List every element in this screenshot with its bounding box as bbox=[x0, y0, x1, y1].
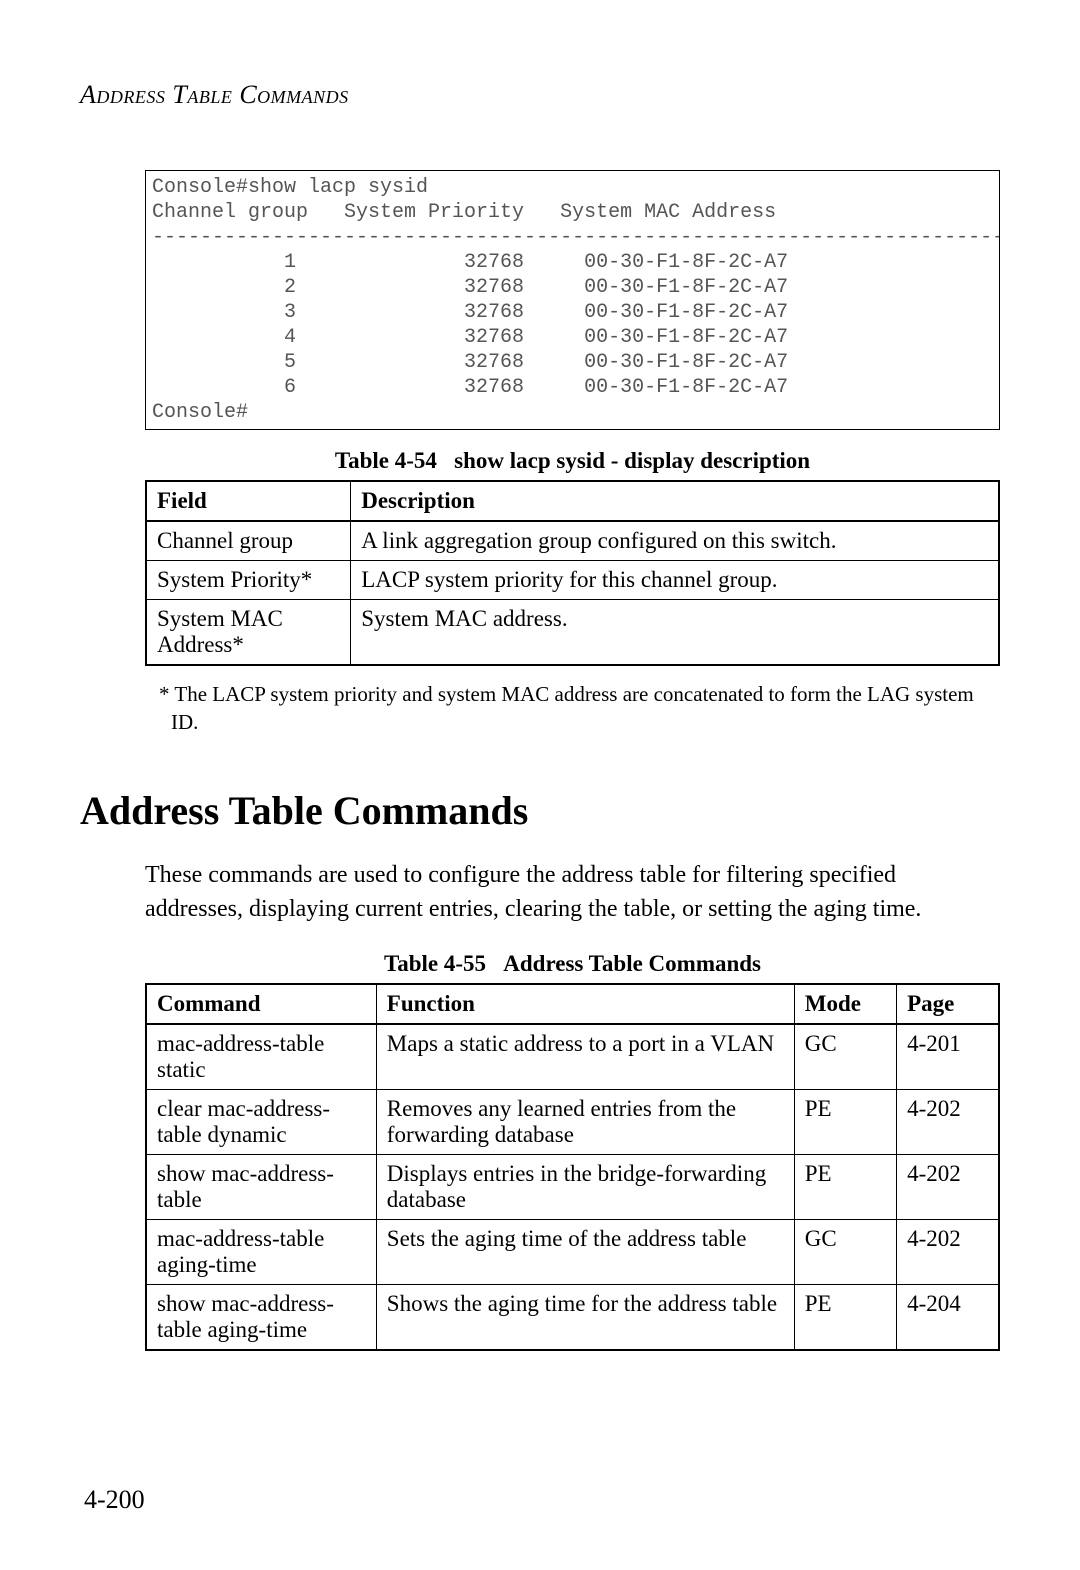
table-54-footnote: * The LACP system priority and system MA… bbox=[159, 680, 1000, 737]
cell-desc: A link aggregation group configured on t… bbox=[351, 521, 999, 561]
col-command: Command bbox=[146, 984, 376, 1024]
table-55-caption: Table 4-55 Address Table Commands bbox=[145, 951, 1000, 977]
table-row: Field Description bbox=[146, 481, 999, 521]
cell-desc: System MAC address. bbox=[351, 600, 999, 666]
cell-function: Sets the aging time of the address table bbox=[376, 1220, 794, 1285]
page: Address Table Commands Console#show lacp… bbox=[0, 0, 1080, 1570]
table-54-caption: Table 4-54 show lacp sysid - display des… bbox=[145, 448, 1000, 474]
table-row: mac-address-table aging-time Sets the ag… bbox=[146, 1220, 999, 1285]
cell-mode: PE bbox=[794, 1090, 896, 1155]
col-function: Function bbox=[376, 984, 794, 1024]
cell-command: clear mac-address-table dynamic bbox=[146, 1090, 376, 1155]
table-row: Channel group A link aggregation group c… bbox=[146, 521, 999, 561]
page-number: 4-200 bbox=[84, 1485, 145, 1515]
cell-page: 4-201 bbox=[897, 1024, 999, 1090]
cell-field: Channel group bbox=[146, 521, 351, 561]
cell-page: 4-202 bbox=[897, 1155, 999, 1220]
table-54-title: show lacp sysid - display description bbox=[454, 448, 810, 473]
col-field: Field bbox=[146, 481, 351, 521]
cell-command: show mac-address-table bbox=[146, 1155, 376, 1220]
cell-function: Removes any learned entries from the for… bbox=[376, 1090, 794, 1155]
cell-command: show mac-address-table aging-time bbox=[146, 1285, 376, 1351]
running-head: Address Table Commands bbox=[80, 80, 1000, 110]
cell-page: 4-202 bbox=[897, 1090, 999, 1155]
table-row: show mac-address-table aging-time Shows … bbox=[146, 1285, 999, 1351]
table-55: Command Function Mode Page mac-address-t… bbox=[145, 983, 1000, 1351]
table-54-label: Table 4-54 bbox=[335, 448, 437, 473]
cell-field: System MAC Address* bbox=[146, 600, 351, 666]
content-block: Console#show lacp sysid Channel group Sy… bbox=[145, 170, 1000, 1351]
table-55-label: Table 4-55 bbox=[384, 951, 486, 976]
table-55-title: Address Table Commands bbox=[503, 951, 761, 976]
cell-page: 4-204 bbox=[897, 1285, 999, 1351]
cell-function: Shows the aging time for the address tab… bbox=[376, 1285, 794, 1351]
cell-command: mac-address-table static bbox=[146, 1024, 376, 1090]
cell-function: Displays entries in the bridge-forwardin… bbox=[376, 1155, 794, 1220]
table-row: Command Function Mode Page bbox=[146, 984, 999, 1024]
cell-page: 4-202 bbox=[897, 1220, 999, 1285]
table-row: clear mac-address-table dynamic Removes … bbox=[146, 1090, 999, 1155]
table-54: Field Description Channel group A link a… bbox=[145, 480, 1000, 666]
cell-function: Maps a static address to a port in a VLA… bbox=[376, 1024, 794, 1090]
cell-command: mac-address-table aging-time bbox=[146, 1220, 376, 1285]
table-row: mac-address-table static Maps a static a… bbox=[146, 1024, 999, 1090]
console-output: Console#show lacp sysid Channel group Sy… bbox=[145, 170, 1000, 430]
table-row: System MAC Address* System MAC address. bbox=[146, 600, 999, 666]
table-row: show mac-address-table Displays entries … bbox=[146, 1155, 999, 1220]
col-mode: Mode bbox=[794, 984, 896, 1024]
col-page: Page bbox=[897, 984, 999, 1024]
cell-mode: PE bbox=[794, 1285, 896, 1351]
cell-field: System Priority* bbox=[146, 561, 351, 600]
body-paragraph: These commands are used to configure the… bbox=[145, 858, 1000, 928]
cell-mode: PE bbox=[794, 1155, 896, 1220]
col-description: Description bbox=[351, 481, 999, 521]
cell-desc: LACP system priority for this channel gr… bbox=[351, 561, 999, 600]
cell-mode: GC bbox=[794, 1220, 896, 1285]
section-heading: Address Table Commands bbox=[80, 787, 1000, 834]
table-row: System Priority* LACP system priority fo… bbox=[146, 561, 999, 600]
cell-mode: GC bbox=[794, 1024, 896, 1090]
